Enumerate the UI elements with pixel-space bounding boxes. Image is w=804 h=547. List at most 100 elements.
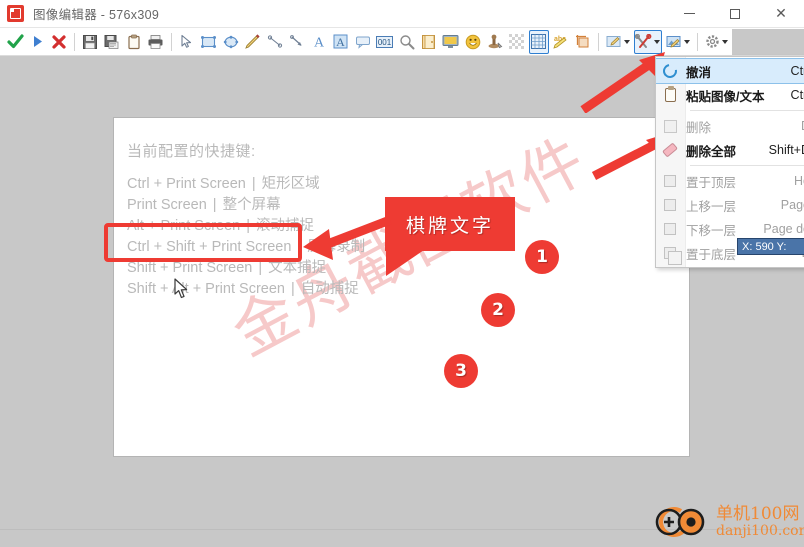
watermark-text: 单机100网 danji100.com	[716, 505, 804, 539]
menu-separator	[690, 110, 804, 111]
image-canvas[interactable]: 金舟截图软件 当前配置的快捷键: Ctrl + Print Screen|矩形区…	[113, 117, 690, 457]
run-button[interactable]	[27, 30, 47, 54]
bring-to-front-icon	[662, 173, 678, 189]
maximize-button[interactable]	[712, 0, 758, 28]
number-tool[interactable]: 001	[375, 30, 395, 54]
magnifier-tool[interactable]	[397, 30, 417, 54]
letter-a-box-icon: A	[333, 34, 348, 49]
toolbar-separator	[597, 32, 599, 51]
ellipse-tool[interactable]	[221, 30, 241, 54]
menu-item-label: 置于底层	[686, 247, 737, 262]
text-tool[interactable]: A	[309, 30, 329, 54]
window-controls: ✕	[666, 0, 804, 28]
stamp-icon	[488, 34, 502, 48]
shortcut-action: 整个屏幕	[222, 197, 281, 213]
shortcut-separator: |	[251, 176, 256, 192]
shortcut-keys: Ctrl + Print Screen	[127, 176, 246, 192]
menu-item-undo[interactable]: 撤消 Ctrl	[656, 58, 804, 84]
green-check-icon	[6, 34, 24, 49]
annotation-rectangle[interactable]	[104, 223, 302, 262]
emoji-tool[interactable]	[463, 30, 483, 54]
screen-tool[interactable]	[441, 30, 461, 54]
delete-icon	[662, 118, 678, 134]
watermark-tool[interactable]: abc	[551, 30, 571, 54]
edit-dropdown[interactable]	[603, 30, 631, 54]
floppy-save-as-icon	[104, 34, 119, 49]
grid-tool[interactable]	[528, 29, 549, 54]
shortcut-keys: Shift + Alt + Print Screen	[127, 281, 285, 297]
save-button[interactable]	[80, 30, 100, 54]
print-button[interactable]	[146, 30, 166, 54]
rectangle-tool[interactable]	[199, 30, 219, 54]
close-icon: ✕	[775, 5, 787, 22]
magnifier-icon	[399, 34, 415, 49]
eraser-icon	[662, 142, 678, 158]
line-tool[interactable]	[265, 30, 285, 54]
menu-item-label: 上移一层	[686, 199, 737, 214]
annotation-callout[interactable]: 棋牌文字	[385, 197, 515, 251]
printer-icon	[148, 34, 163, 49]
arrow-icon	[289, 35, 302, 46]
gear-icon	[706, 35, 720, 48]
shortcut-keys: Shift + Print Screen	[127, 260, 253, 276]
menu-item-label: 撤消	[686, 65, 712, 80]
list-item: Shift + Alt + Print Screen | 自动捕捉	[127, 279, 365, 300]
list-item: Ctrl + Print Screen | 矩形区域	[127, 174, 365, 195]
abc-pencil-icon: abc	[553, 36, 567, 49]
undo-icon	[660, 61, 680, 81]
annotation-badge-2[interactable]: 2	[481, 293, 515, 327]
title-bar: 图像编辑器 - 576x309 ✕	[0, 0, 804, 28]
app-logo-icon	[7, 5, 24, 22]
chevron-down-icon	[722, 39, 729, 44]
stamp-tool[interactable]	[485, 30, 505, 54]
image-tool[interactable]	[419, 30, 439, 54]
shortcut-action: 文本捕捉	[268, 260, 327, 276]
shortcut-separator: |	[212, 197, 217, 213]
tools-dropdown[interactable]	[633, 29, 662, 54]
list-item: Print Screen | 整个屏幕	[127, 195, 365, 216]
menu-item-delete: 删除 D	[656, 114, 804, 138]
save-as-button[interactable]	[102, 30, 122, 54]
site-watermark: 单机100网 danji100.com	[651, 505, 804, 539]
shortcut-action: 矩形区域	[261, 176, 320, 192]
arrow-tool[interactable]	[287, 30, 307, 54]
close-button[interactable]: ✕	[758, 0, 804, 28]
callout-tool[interactable]	[353, 30, 373, 54]
crop-tool[interactable]	[573, 30, 593, 54]
menu-item-shortcut: Ho	[794, 174, 804, 188]
menu-item-shortcut: Page do	[763, 222, 804, 236]
image-editor-window: 图像编辑器 - 576x309 ✕ A A 001 abc 当前配置的快捷键: …	[0, 0, 804, 547]
svg-text:A: A	[336, 35, 345, 49]
svg-text:A: A	[314, 36, 325, 50]
select-tool[interactable]	[177, 30, 197, 54]
edit-pencil-icon	[606, 35, 621, 47]
menu-item-bring-forward: 上移一层 Page	[656, 193, 804, 217]
mosaic-tool[interactable]	[507, 30, 527, 54]
menu-item-label: 删除全部	[686, 144, 737, 159]
speech-bubble-icon	[355, 36, 370, 49]
clipboard-button[interactable]	[124, 30, 144, 54]
menu-item-delete-all[interactable]: 删除全部 Shift+D	[656, 138, 804, 162]
clipboard-paste-icon	[662, 86, 678, 103]
menu-item-paste[interactable]: 粘贴图像/文本 Ctrl	[656, 83, 804, 107]
shortcut-keys: Print Screen	[127, 197, 207, 213]
annotation-badge-3[interactable]: 3	[444, 354, 478, 388]
confirm-button[interactable]	[5, 30, 25, 54]
image-dropdown[interactable]	[664, 30, 692, 54]
send-to-back-icon	[662, 245, 682, 265]
menu-item-label: 置于顶层	[686, 175, 737, 190]
chevron-down-icon	[654, 39, 661, 44]
floppy-save-icon	[82, 34, 97, 49]
red-cross-icon	[52, 34, 66, 49]
toolbar-separator	[170, 32, 172, 51]
pencil-tool[interactable]	[243, 30, 263, 54]
shortcut-heading: 当前配置的快捷键:	[127, 143, 256, 160]
cancel-button[interactable]	[49, 30, 69, 54]
blue-play-icon	[33, 36, 42, 47]
annotation-badge-1[interactable]: 1	[525, 240, 559, 274]
mosaic-icon	[509, 34, 525, 49]
settings-dropdown[interactable]	[703, 30, 731, 54]
tools-context-menu[interactable]: 撤消 Ctrl 粘贴图像/文本 Ctrl 删除 D 删除全部 Shift+D 置…	[655, 56, 804, 268]
minimize-button[interactable]	[666, 0, 712, 28]
text-box-tool[interactable]: A	[331, 30, 351, 54]
